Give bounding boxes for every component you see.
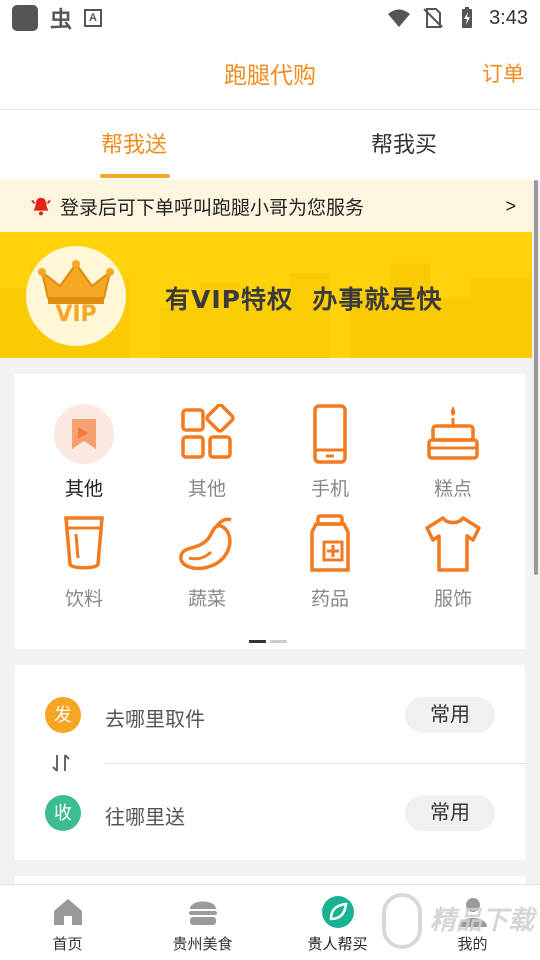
- app-square-icon: [12, 5, 38, 31]
- wifi-icon: [388, 9, 411, 27]
- phone-icon: [313, 404, 347, 464]
- category-medicine[interactable]: 药品: [275, 514, 385, 624]
- scrollbar[interactable]: [534, 180, 538, 575]
- status-time: 3:43: [489, 6, 528, 29]
- no-sim-icon: [423, 8, 443, 28]
- page-dot[interactable]: [270, 640, 287, 643]
- bookmark-icon: [54, 404, 114, 464]
- pickup-badge: 发: [45, 697, 81, 733]
- watermark-logo: [382, 893, 422, 949]
- burger-icon: [188, 901, 217, 925]
- vip-badge-text: VIP: [55, 302, 97, 327]
- category-label: 药品: [310, 589, 349, 610]
- battery-charging-icon: [462, 7, 473, 28]
- category-phone[interactable]: 手机: [275, 404, 385, 514]
- dropoff-address-field[interactable]: 往哪里送: [105, 801, 185, 830]
- category-vegetables[interactable]: 蔬菜: [152, 514, 262, 624]
- category-label: 糕点: [433, 479, 472, 500]
- medicine-bottle-icon: [310, 514, 350, 572]
- alarm-bell-icon: [31, 197, 51, 216]
- category-grid: 其他 其他 手机 糕点 饮料 蔬菜 药品 服饰: [15, 374, 525, 649]
- category-label: 饮料: [64, 589, 103, 610]
- tshirt-icon: [425, 516, 481, 572]
- a-box-icon: A: [84, 9, 103, 27]
- grid-shapes-icon: [181, 404, 235, 459]
- eggplant-icon: [179, 517, 232, 571]
- category-label: 其他: [64, 479, 103, 500]
- tab-help-me-send[interactable]: 帮我送: [34, 110, 234, 180]
- category-pastry[interactable]: 糕点: [398, 404, 508, 514]
- bug-icon: 虫: [50, 7, 73, 32]
- cup-icon: [64, 516, 104, 570]
- category-label: 其他: [187, 479, 226, 500]
- nav-home[interactable]: 首页: [0, 885, 135, 960]
- category-label: 手机: [310, 479, 349, 500]
- category-label: 蔬菜: [187, 589, 226, 610]
- category-drinks[interactable]: 饮料: [29, 514, 139, 624]
- active-tab-indicator: [100, 174, 170, 178]
- cake-icon: [427, 406, 479, 460]
- chevron-right-icon[interactable]: >: [505, 196, 516, 217]
- page-title: 跑腿代购: [224, 62, 316, 88]
- page-dot-active[interactable]: [249, 640, 266, 643]
- tab-bar: 帮我送 帮我买: [0, 110, 540, 180]
- notice-text: 登录后可下单呼叫跑腿小哥为您服务: [60, 197, 365, 219]
- vip-slogan: 有VIP特权 办事就是快: [165, 285, 443, 314]
- dropoff-common-button[interactable]: 常用: [405, 795, 495, 831]
- home-icon: [53, 899, 82, 925]
- tab-help-me-buy[interactable]: 帮我买: [304, 110, 504, 180]
- category-other-1[interactable]: 其他: [29, 404, 139, 514]
- title-bar: 跑腿代购 订单: [0, 36, 540, 110]
- vip-banner[interactable]: VIP 有VIP特权 办事就是快: [0, 232, 532, 358]
- pickup-address-field[interactable]: 去哪里取件: [105, 703, 205, 732]
- status-bar: 虫 A 3:43: [0, 0, 540, 36]
- nav-label: 首页: [52, 936, 83, 953]
- watermark-text: 精品下载: [430, 905, 535, 935]
- category-label: 服饰: [433, 589, 472, 610]
- vip-badge: VIP: [26, 246, 126, 346]
- pickup-common-button[interactable]: 常用: [405, 697, 495, 733]
- leaf-circle-icon: [321, 896, 354, 928]
- dropoff-badge: 收: [45, 795, 81, 831]
- nav-guizhou-food[interactable]: 贵州美食: [135, 885, 270, 960]
- address-card: 发 去哪里取件 常用 收 往哪里送 常用: [15, 665, 525, 860]
- category-other-2[interactable]: 其他: [152, 404, 262, 514]
- login-notice[interactable]: 登录后可下单呼叫跑腿小哥为您服务 >: [0, 180, 532, 232]
- swap-arrows-icon[interactable]: [51, 753, 71, 773]
- nav-label: 贵州美食: [172, 936, 233, 953]
- divider: [105, 763, 525, 764]
- pagination-dots: [249, 630, 291, 648]
- orders-link[interactable]: 订单: [482, 58, 524, 88]
- category-clothing[interactable]: 服饰: [398, 514, 508, 624]
